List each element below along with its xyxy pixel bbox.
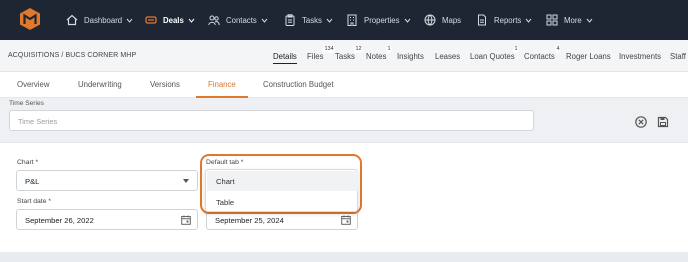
tab-contacts-label: Contacts: [524, 52, 555, 61]
tab-insights[interactable]: Insights: [397, 52, 424, 61]
chevron-down-icon: [525, 18, 532, 23]
chevron-down-icon: [586, 18, 593, 23]
nav-more[interactable]: More: [546, 0, 593, 40]
subtab-versions[interactable]: Versions: [150, 80, 180, 89]
tab-loan-quotes-label: Loan Quotes: [470, 52, 515, 61]
tab-tasks[interactable]: Tasks 12: [335, 46, 364, 61]
chevron-down-icon: [188, 18, 195, 23]
chevron-down-icon: [126, 18, 133, 23]
tab-contacts[interactable]: Contacts 4: [524, 46, 562, 61]
company-logo-icon[interactable]: [20, 8, 40, 30]
subtab-finance[interactable]: Finance: [208, 80, 236, 89]
nav-properties-label: Properties: [364, 15, 400, 25]
time-series-input[interactable]: Time Series: [9, 110, 534, 131]
handshake-icon: [145, 16, 157, 24]
chevron-down-icon: [183, 179, 189, 183]
finance-subtabs: Overview Underwriting Versions Finance C…: [0, 72, 688, 98]
notes-count-badge: 1: [386, 46, 393, 53]
nav-deals[interactable]: Deals: [145, 0, 195, 40]
chevron-down-icon: [261, 18, 268, 23]
building-icon: [347, 14, 357, 26]
dropdown-option-table[interactable]: Table: [207, 192, 358, 212]
nav-maps-label: Maps: [442, 15, 462, 25]
deal-header-bar: ACQUISITIONS / BUCS CORNER MHP Details F…: [0, 40, 688, 72]
chart-select[interactable]: P&L: [16, 170, 198, 191]
default-tab-dropdown[interactable]: Chart Table: [205, 169, 358, 212]
tasks-count-badge: 12: [354, 46, 364, 53]
nav-contacts-label: Contacts: [226, 15, 257, 25]
calendar-icon[interactable]: [341, 215, 351, 225]
start-date-input[interactable]: September 26, 2022: [16, 209, 198, 230]
save-icon[interactable]: [656, 115, 670, 129]
nav-deals-label: Deals: [163, 15, 184, 25]
default-tab-label: Default tab *: [206, 159, 244, 166]
tab-files-label: Files: [307, 52, 324, 61]
subtab-construction-budget[interactable]: Construction Budget: [263, 80, 334, 89]
tab-tasks-label: Tasks: [335, 52, 355, 61]
nav-reports[interactable]: Reports: [476, 0, 532, 40]
tab-loan-quotes[interactable]: Loan Quotes 1: [470, 46, 520, 61]
loan-quotes-count-badge: 1: [513, 46, 520, 53]
tab-details-label: Details: [273, 52, 297, 61]
chart-select-value: P&L: [25, 177, 40, 186]
globe-icon: [424, 14, 436, 26]
tab-staff-label: Staff: [670, 52, 686, 61]
nav-more-label: More: [564, 15, 582, 25]
tab-notes-label: Notes: [366, 52, 387, 61]
files-count-badge: 134: [323, 46, 336, 53]
tab-leases-label: Leases: [435, 52, 461, 61]
chevron-down-icon: [404, 18, 410, 23]
time-series-label: Time Series: [9, 100, 44, 107]
tab-staff[interactable]: Staff: [670, 52, 686, 61]
tab-investments[interactable]: Investments: [619, 52, 661, 61]
nav-properties[interactable]: Properties: [346, 0, 411, 40]
tab-notes[interactable]: Notes 1: [366, 46, 393, 61]
calendar-icon[interactable]: [181, 215, 191, 225]
start-date-value: September 26, 2022: [25, 216, 94, 225]
tab-files[interactable]: Files 134: [307, 46, 336, 61]
tab-investments-label: Investments: [619, 52, 662, 61]
tab-insights-label: Insights: [397, 52, 424, 61]
nav-tasks-label: Tasks: [302, 15, 322, 25]
home-icon: [66, 14, 78, 26]
chart-label: Chart *: [17, 159, 39, 166]
top-navigation-bar: Dashboard Deals Contacts Tasks Propertie…: [0, 0, 688, 40]
contacts-count-badge: 4: [555, 46, 562, 53]
subtab-underwriting[interactable]: Underwriting: [78, 80, 122, 89]
start-date-label: Start date *: [17, 198, 52, 205]
clipboard-icon: [285, 14, 295, 26]
tab-details[interactable]: Details: [273, 52, 297, 64]
cancel-icon[interactable]: [634, 115, 648, 129]
nav-dashboard-label: Dashboard: [84, 15, 123, 25]
contacts-icon: [208, 15, 220, 26]
end-date-value: September 25, 2024: [215, 216, 284, 225]
report-icon: [478, 14, 486, 26]
nav-contacts[interactable]: Contacts: [208, 0, 268, 40]
breadcrumb[interactable]: ACQUISITIONS / BUCS CORNER MHP: [8, 52, 136, 59]
tab-roger-loans[interactable]: Roger Loans: [566, 52, 611, 61]
tab-leases[interactable]: Leases: [435, 52, 460, 61]
tab-roger-loans-label: Roger Loans: [566, 52, 611, 61]
subtab-overview[interactable]: Overview: [17, 80, 50, 89]
grid-icon: [546, 14, 558, 26]
chevron-down-icon: [326, 18, 333, 23]
page-background: [0, 252, 688, 262]
nav-tasks[interactable]: Tasks: [284, 0, 333, 40]
nav-reports-label: Reports: [494, 15, 522, 25]
nav-maps[interactable]: Maps: [424, 0, 461, 40]
dropdown-option-chart[interactable]: Chart: [207, 171, 358, 191]
nav-dashboard[interactable]: Dashboard: [66, 0, 133, 40]
